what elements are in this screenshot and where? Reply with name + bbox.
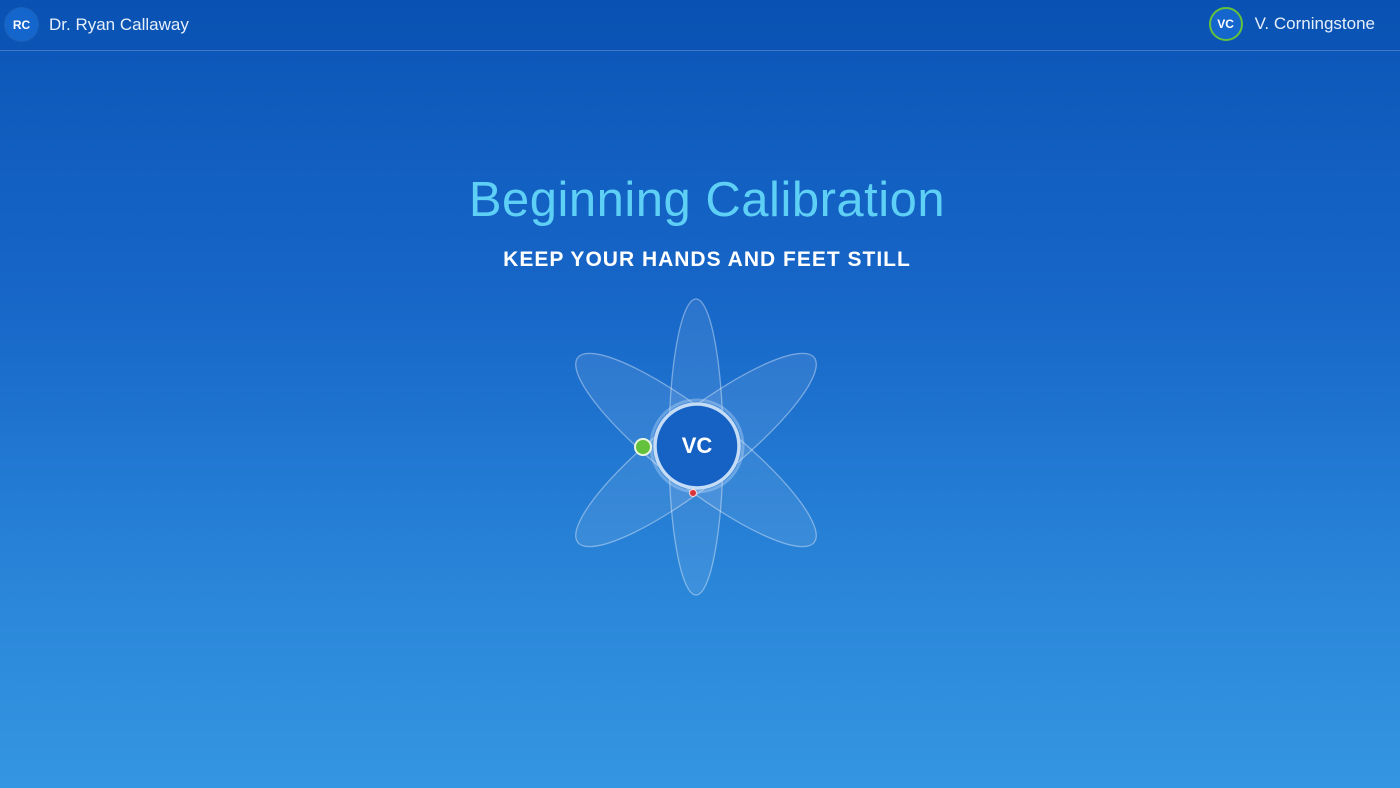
center-initials: VC (681, 433, 713, 458)
green-dot-icon (634, 438, 652, 456)
atom-orbit-icon (575, 298, 817, 596)
red-dot-icon (689, 489, 697, 497)
